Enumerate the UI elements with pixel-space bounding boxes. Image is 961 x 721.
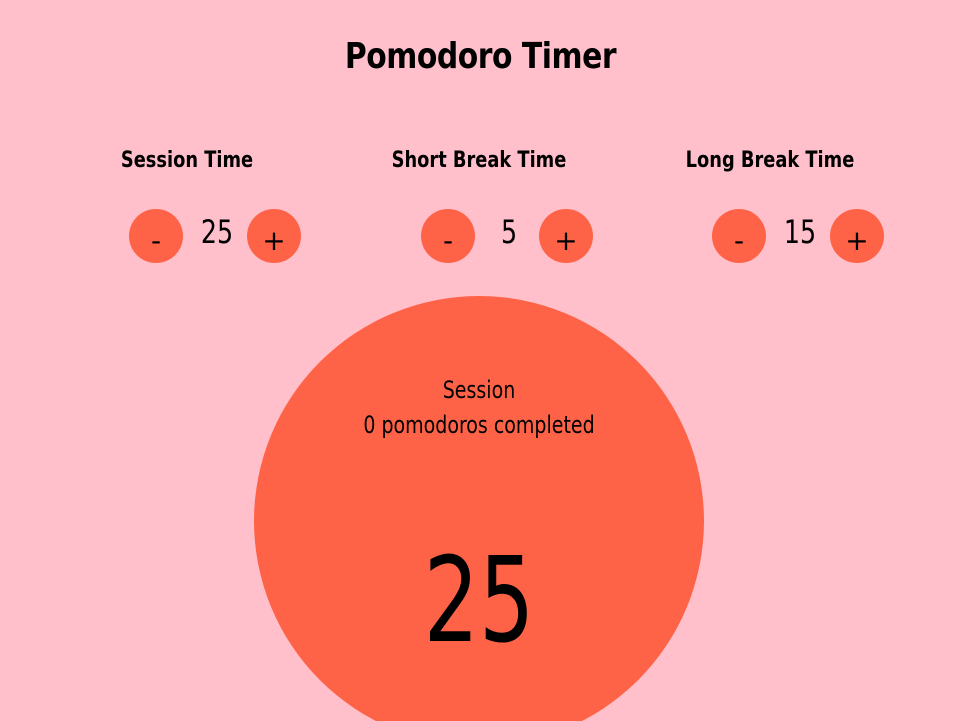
session-time-control: Session Time - 25 + xyxy=(37,148,337,265)
long-break-decrement-button[interactable]: - xyxy=(712,209,766,263)
short-break-decrement-button[interactable]: - xyxy=(421,209,475,263)
pomodoro-page: Pomodoro Timer Session Time - 25 + Short… xyxy=(0,0,961,721)
short-break-increment-button[interactable]: + xyxy=(539,209,593,263)
minus-icon: - xyxy=(733,224,745,257)
plus-icon: + xyxy=(262,224,286,257)
minus-icon: - xyxy=(150,224,162,257)
short-break-time-value: 5 xyxy=(500,213,518,251)
session-decrement-button[interactable]: - xyxy=(129,209,183,263)
plus-icon: + xyxy=(554,224,578,257)
minus-icon: - xyxy=(442,224,454,257)
long-break-increment-button[interactable]: + xyxy=(830,209,884,263)
short-break-time-stepper: - 5 + xyxy=(329,209,629,265)
page-title: Pomodoro Timer xyxy=(344,36,617,77)
short-break-time-control: Short Break Time - 5 + xyxy=(329,148,629,265)
long-break-time-value: 15 xyxy=(783,213,817,251)
timer-display: 25 xyxy=(423,531,535,669)
timer-mode-label: Session xyxy=(442,376,516,404)
long-break-time-stepper: - 15 + xyxy=(620,209,920,265)
session-time-stepper: - 25 + xyxy=(37,209,337,265)
session-increment-button[interactable]: + xyxy=(247,209,301,263)
long-break-time-control: Long Break Time - 15 + xyxy=(620,148,920,265)
long-break-time-label: Long Break Time xyxy=(685,148,855,173)
session-time-value: 25 xyxy=(200,213,234,251)
timer-circle[interactable]: Session 0 pomodoros completed 25 xyxy=(254,296,704,721)
pomodoros-completed-text: 0 pomodoros completed xyxy=(363,411,595,439)
plus-icon: + xyxy=(845,224,869,257)
short-break-time-label: Short Break Time xyxy=(391,148,567,173)
session-time-label: Session Time xyxy=(120,148,254,173)
